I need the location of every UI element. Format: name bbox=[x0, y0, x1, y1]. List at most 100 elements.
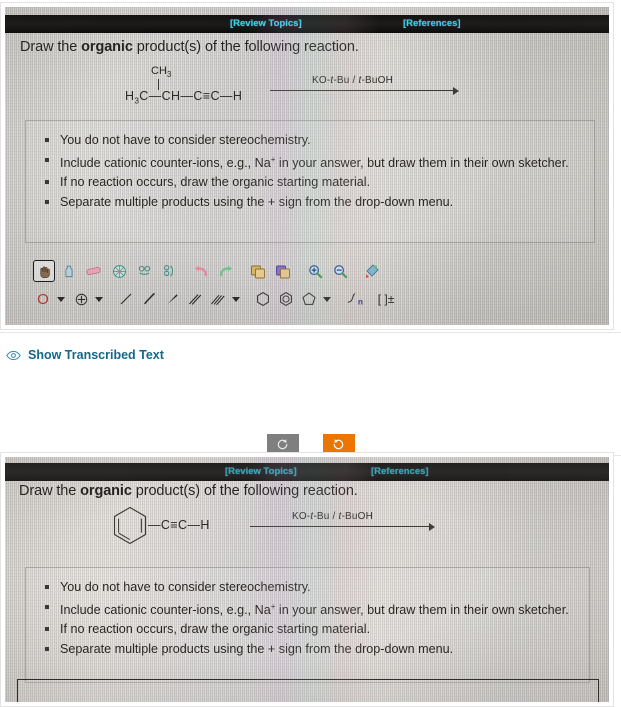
reagent-p3: -BuOH bbox=[341, 511, 374, 522]
svg-text:n: n bbox=[358, 297, 363, 306]
list-item: You do not have to consider stereochemis… bbox=[45, 131, 586, 150]
clean-structure-tool-icon[interactable] bbox=[361, 260, 383, 282]
sketcher-toolbar-row-1 bbox=[33, 260, 386, 282]
prompt-text-before: Draw the bbox=[20, 39, 82, 55]
tab-review-topics[interactable]: [Review Topics] bbox=[230, 18, 302, 29]
rotate-cw-icon bbox=[333, 438, 344, 449]
rotate-controls bbox=[0, 434, 621, 454]
atom-c: C bbox=[139, 89, 149, 103]
lasso-select-tool-icon[interactable] bbox=[58, 260, 80, 282]
chevron-down-icon[interactable] bbox=[323, 296, 331, 302]
prompt-text-before: Draw the bbox=[19, 483, 81, 499]
arrow-shaft bbox=[270, 90, 454, 91]
instruction-text-1: You do not have to consider stereochemis… bbox=[60, 133, 311, 147]
flip-vertical-tool-icon[interactable] bbox=[158, 260, 180, 282]
list-item: You do not have to consider stereochemis… bbox=[45, 578, 581, 597]
paste-tool-icon[interactable] bbox=[272, 260, 294, 282]
instructions-list-2: You do not have to consider stereochemis… bbox=[26, 568, 589, 658]
double-bond-tool-icon[interactable] bbox=[185, 289, 205, 309]
question-prompt-1: Draw the organic product(s) of the follo… bbox=[20, 39, 359, 55]
copy-tool-icon[interactable] bbox=[247, 260, 269, 282]
chevron-down-icon[interactable] bbox=[57, 296, 65, 302]
reagent-p3: -BuOH bbox=[361, 75, 394, 86]
atom-oxygen-tool-icon[interactable]: O bbox=[33, 289, 53, 309]
instruction-text-2b: in your answer, but draw them in their o… bbox=[275, 155, 569, 170]
cyclopentane-ring-tool-icon[interactable] bbox=[299, 289, 319, 309]
instruction-text-3: If no reaction occurs, draw the organic … bbox=[60, 175, 371, 190]
rotate-counterclockwise-button[interactable] bbox=[266, 434, 299, 454]
substrate-structure-1: H3C—CH—C≡C—H bbox=[125, 89, 242, 106]
zoom-in-tool-icon[interactable] bbox=[304, 260, 326, 282]
list-item: Include cationic counter-ions, e.g., Na+… bbox=[45, 151, 586, 173]
reaction-arrow-1: KO-t-Bu / t-BuOH bbox=[270, 75, 465, 105]
hashed-wedge-bond-tool-icon[interactable] bbox=[139, 289, 159, 309]
sketcher-canvas-2[interactable] bbox=[17, 679, 599, 702]
solid-wedge-bond-tool-icon[interactable] bbox=[162, 289, 182, 309]
photographed-screen-2: [Review Topics] [References] Draw the or… bbox=[5, 457, 609, 702]
eraser-tool-icon[interactable] bbox=[83, 260, 105, 282]
reagent-label-1: KO-t-Bu / t-BuOH bbox=[312, 75, 393, 86]
cyclohexane-ring-tool-icon[interactable] bbox=[253, 289, 273, 309]
arrow-head bbox=[453, 86, 459, 95]
reagent-p1: KO- bbox=[312, 75, 331, 86]
tab-review-topics[interactable]: [Review Topics] bbox=[225, 466, 297, 477]
reagent-p2: -Bu / bbox=[333, 75, 359, 86]
reaction-arrow-2: KO-t-Bu / t-BuOH bbox=[250, 511, 445, 541]
tab-references[interactable]: [References] bbox=[403, 18, 461, 29]
instruction-text-1: You do not have to consider stereochemis… bbox=[60, 580, 311, 594]
alkyne-tail-text: —C≡C—H bbox=[148, 518, 210, 532]
reagent-p2: -Bu / bbox=[313, 511, 339, 522]
chain-tool-icon[interactable]: n bbox=[344, 289, 370, 309]
rotate-3d-tool-icon[interactable] bbox=[108, 260, 130, 282]
question-card-2: [Review Topics] [References] Draw the or… bbox=[0, 452, 614, 707]
tab-references[interactable]: [References] bbox=[371, 466, 429, 477]
prompt-text-bold: organic bbox=[81, 39, 133, 55]
rotate-ccw-icon bbox=[277, 438, 288, 449]
benzene-ring-structure bbox=[110, 505, 150, 554]
redo-tool-icon[interactable] bbox=[215, 260, 237, 282]
undo-tool-icon[interactable] bbox=[190, 260, 212, 282]
prompt-text-after: product(s) of the following reaction. bbox=[132, 39, 359, 55]
alkyne-tail-label: —C≡C—H bbox=[148, 518, 210, 532]
charge-tool-icon[interactable] bbox=[71, 289, 91, 309]
triple-bond-tool-icon[interactable] bbox=[208, 289, 228, 309]
prompt-text-after: product(s) of the following reaction. bbox=[131, 483, 358, 499]
hand-pan-tool-icon[interactable] bbox=[33, 260, 55, 282]
question-prompt-2: Draw the organic product(s) of the follo… bbox=[19, 483, 358, 499]
arrow-shaft bbox=[250, 526, 430, 527]
chevron-down-icon[interactable] bbox=[95, 296, 103, 302]
list-item: Separate multiple products using the + s… bbox=[45, 640, 581, 659]
molecule-sketcher-toolbar: O n []± bbox=[25, 255, 595, 325]
rotate-clockwise-button[interactable] bbox=[322, 434, 355, 454]
sketcher-toolbar-row-2: O n []± bbox=[33, 289, 402, 309]
instructions-box-2: You do not have to consider stereochemis… bbox=[25, 567, 590, 683]
tab-bar-2: [Review Topics] [References] bbox=[5, 463, 609, 481]
branch-subscript: 3 bbox=[166, 70, 172, 80]
section-divider-top bbox=[0, 332, 621, 333]
list-item: Include cationic counter-ions, e.g., Na+… bbox=[45, 598, 581, 620]
benzene-ring-tool-icon[interactable] bbox=[276, 289, 296, 309]
chevron-down-icon[interactable] bbox=[232, 296, 240, 302]
photographed-screen-1: [Review Topics] [References] Draw the or… bbox=[5, 7, 609, 325]
methyl-branch-label: CH3 bbox=[151, 65, 171, 79]
chain-rest: —CH—C≡C—H bbox=[148, 89, 243, 103]
show-transcribed-text-label: Show Transcribed Text bbox=[28, 348, 164, 362]
list-item: If no reaction occurs, draw the organic … bbox=[45, 173, 586, 192]
list-item: Separate multiple products using the + s… bbox=[45, 193, 586, 212]
instruction-text-2b: in your answer, but draw them in their o… bbox=[275, 602, 569, 617]
branch-text: CH bbox=[151, 65, 167, 77]
instructions-box-1: You do not have to consider stereochemis… bbox=[25, 120, 595, 243]
prompt-text-bold: organic bbox=[80, 483, 132, 499]
arrow-head bbox=[429, 522, 435, 531]
eye-icon bbox=[6, 350, 21, 361]
instruction-text-4: Separate multiple products using the + s… bbox=[60, 194, 454, 209]
single-bond-tool-icon[interactable] bbox=[116, 289, 136, 309]
flip-horizontal-tool-icon[interactable] bbox=[133, 260, 155, 282]
instruction-text-2a: Include cationic counter-ions, e.g., Na bbox=[60, 602, 271, 617]
zoom-out-tool-icon[interactable] bbox=[329, 260, 351, 282]
reagent-label-2: KO-t-Bu / t-BuOH bbox=[292, 511, 373, 522]
show-transcribed-text-link[interactable]: Show Transcribed Text bbox=[6, 348, 164, 362]
instructions-list-1: You do not have to consider stereochemis… bbox=[26, 121, 594, 211]
bracket-charge-tool-icon[interactable]: [ ]± bbox=[373, 289, 399, 309]
reagent-p1: KO- bbox=[292, 511, 311, 522]
